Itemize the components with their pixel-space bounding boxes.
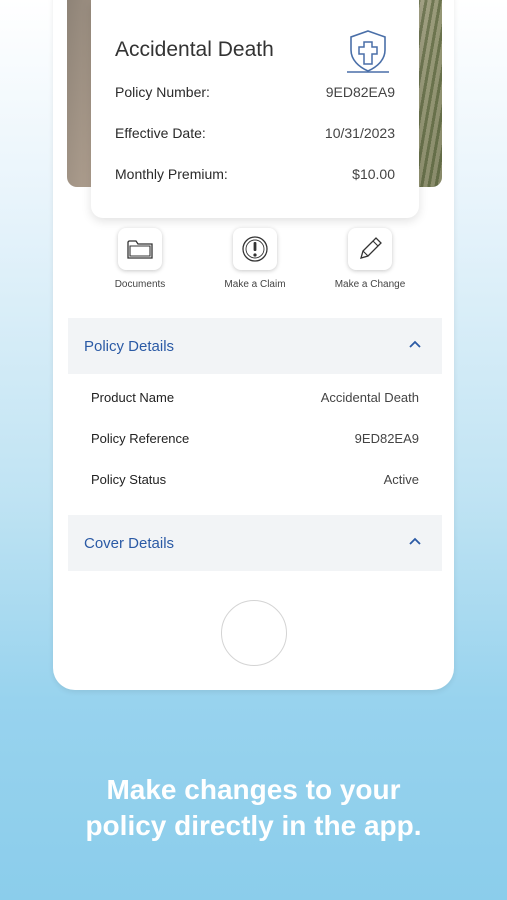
policy-number-value: 9ED82EA9 — [325, 84, 395, 100]
policy-summary-card[interactable]: Accidental Death Policy Number: 9ED82EA9… — [91, 0, 419, 218]
promo-caption: Make changes to your policy directly in … — [0, 772, 507, 844]
policy-details-title: Policy Details — [84, 338, 175, 355]
effective-date-row: Effective Date: 10/31/2023 — [115, 125, 395, 145]
policy-details-header[interactable]: Policy Details — [68, 318, 442, 374]
policy-status-value: Active — [383, 472, 419, 487]
make-a-change-button[interactable] — [348, 228, 392, 270]
effective-date-label: Effective Date: — [115, 125, 206, 141]
chevron-up-icon[interactable] — [408, 536, 422, 546]
caption-line-1: Make changes to your — [106, 774, 401, 805]
make-a-change-label: Make a Change — [334, 279, 406, 290]
policy-number-row: Policy Number: 9ED82EA9 — [115, 84, 395, 104]
policy-status-label: Policy Status — [91, 472, 167, 487]
documents-action[interactable]: Documents — [80, 228, 200, 290]
monthly-premium-label: Monthly Premium: — [115, 166, 228, 182]
documents-button[interactable] — [118, 228, 162, 270]
make-a-claim-label: Make a Claim — [224, 279, 286, 290]
policy-title: Accidental Death — [115, 38, 274, 61]
product-name-label: Product Name — [91, 390, 175, 405]
policy-number-label: Policy Number: — [115, 84, 210, 100]
make-a-claim-button[interactable] — [233, 228, 277, 270]
product-name-row: Product Name Accidental Death — [91, 390, 419, 410]
chevron-up-icon[interactable] — [408, 339, 422, 349]
monthly-premium-row: Monthly Premium: $10.00 — [115, 166, 395, 186]
policy-status-row: Policy Status Active — [91, 472, 419, 492]
caption-line-2: policy directly in the app. — [85, 810, 422, 841]
cover-details-header[interactable]: Cover Details — [68, 515, 442, 571]
policy-reference-label: Policy Reference — [91, 431, 190, 446]
make-a-change-action[interactable]: Make a Change — [310, 228, 430, 290]
pencil-icon — [360, 237, 382, 259]
home-button[interactable] — [221, 600, 287, 666]
shield-cross-icon — [347, 30, 389, 73]
make-a-claim-action[interactable]: Make a Claim — [195, 228, 315, 290]
policy-reference-value: 9ED82EA9 — [354, 431, 419, 446]
alert-icon — [242, 236, 268, 262]
cover-details-title: Cover Details — [84, 535, 175, 552]
documents-label: Documents — [114, 279, 166, 290]
monthly-premium-value: $10.00 — [352, 166, 395, 182]
policy-reference-row: Policy Reference 9ED82EA9 — [91, 431, 419, 451]
quick-actions: Documents Make a Claim Make a Change — [53, 228, 454, 298]
effective-date-value: 10/31/2023 — [324, 125, 395, 141]
product-name-value: Accidental Death — [320, 390, 419, 405]
folder-icon — [127, 240, 153, 259]
